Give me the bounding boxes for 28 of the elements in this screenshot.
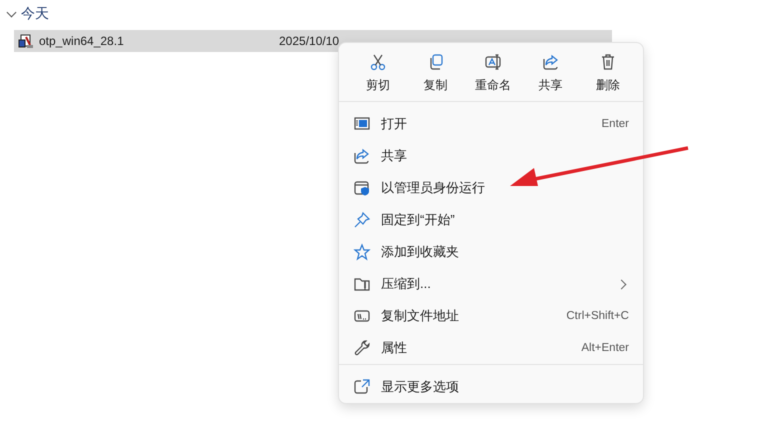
share-button[interactable]: 共享 (524, 53, 578, 101)
menu-item[interactable]: 打开 Enter (339, 108, 643, 140)
menu-item[interactable]: 固定到“开始” (339, 204, 643, 236)
menu-item[interactable]: 添加到收藏夹 (339, 236, 643, 268)
rename-button[interactable]: 重命名 (466, 53, 520, 101)
shield-icon (353, 179, 371, 197)
share-icon (542, 53, 560, 71)
cut-button[interactable]: 剪切 (351, 53, 405, 101)
menu-item[interactable]: 压缩到... (339, 268, 643, 300)
wrench-icon (353, 339, 371, 357)
rename-icon (484, 53, 502, 71)
group-title: 今天 (21, 5, 49, 23)
installer-icon (18, 33, 34, 49)
scissors-icon (369, 53, 387, 71)
file-name: otp_win64_28.1 (39, 34, 125, 48)
menu-item[interactable]: 显示更多选项 (339, 371, 643, 403)
pin-icon (353, 211, 371, 229)
copy-button[interactable]: 复制 (408, 53, 462, 101)
menu-item[interactable]: 属性 Alt+Enter (339, 332, 643, 364)
expand-icon (353, 378, 371, 396)
share-icon (353, 147, 371, 165)
menu-item[interactable]: 复制文件地址 Ctrl+Shift+C (339, 300, 643, 332)
star-icon (353, 243, 371, 261)
file-date: 2025/10/10 (279, 34, 340, 48)
menu-item[interactable]: 共享 (339, 140, 643, 172)
trash-icon (599, 53, 617, 71)
delete-button[interactable]: 删除 (581, 53, 635, 101)
menu-item[interactable]: 以管理员身份运行 (339, 172, 643, 204)
